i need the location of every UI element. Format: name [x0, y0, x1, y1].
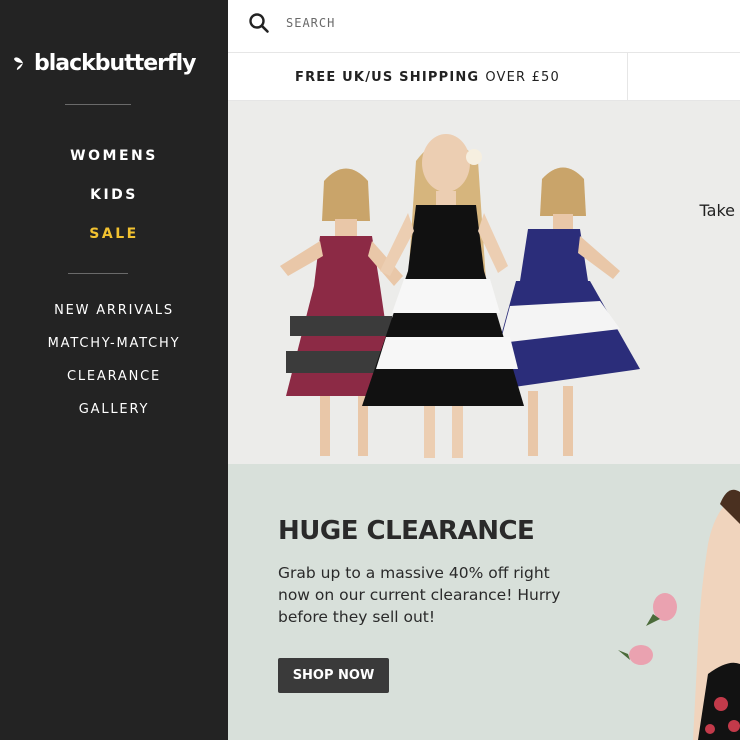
promo-title: HUGE CLEARANCE — [278, 516, 535, 546]
sidebar-item-sale[interactable]: SALE — [0, 226, 228, 242]
sidebar: blackbutterfly WOMENS KIDS SALE NEW ARRI… — [0, 0, 228, 740]
sidebar-item-gallery[interactable]: GALLERY — [0, 402, 228, 417]
hero-banner[interactable]: Take — [228, 101, 740, 464]
search-input[interactable] — [286, 12, 706, 34]
brand-logo-text: blackbutterfly — [34, 50, 196, 76]
sidebar-item-new-arrivals[interactable]: NEW ARRIVALS — [0, 303, 228, 318]
search-icon[interactable] — [248, 12, 270, 34]
sidebar-item-clearance[interactable]: CLEARANCE — [0, 369, 228, 384]
sidebar-divider-top — [65, 104, 131, 105]
shipping-bold-text: FREE UK/US SHIPPING — [294, 69, 480, 85]
search-bar — [228, 0, 740, 53]
clearance-promo: HUGE CLEARANCE Grab up to a massive 40% … — [228, 464, 740, 740]
sidebar-divider-middle — [68, 273, 128, 274]
shop-now-button[interactable]: SHOP NOW — [278, 658, 389, 693]
sidebar-item-matchy-matchy[interactable]: MATCHY-MATCHY — [0, 336, 228, 351]
rose-decoration — [618, 593, 677, 665]
promo-description: Grab up to a massive 40% off right now o… — [278, 564, 561, 626]
shipping-banner: FREE UK/US SHIPPING OVER £50 — [228, 53, 740, 101]
shipping-light-text: OVER £50 — [485, 69, 561, 85]
hero-kids-dresses-image — [228, 101, 740, 464]
sidebar-item-kids[interactable]: KIDS — [0, 187, 228, 203]
sidebar-item-womens[interactable]: WOMENS — [0, 148, 228, 164]
brand-logo[interactable]: blackbutterfly — [14, 46, 196, 80]
butterfly-logo-icon — [14, 57, 23, 70]
hero-side-text: Take — [699, 201, 735, 220]
shipping-message: FREE UK/US SHIPPING OVER £50 — [228, 53, 628, 101]
